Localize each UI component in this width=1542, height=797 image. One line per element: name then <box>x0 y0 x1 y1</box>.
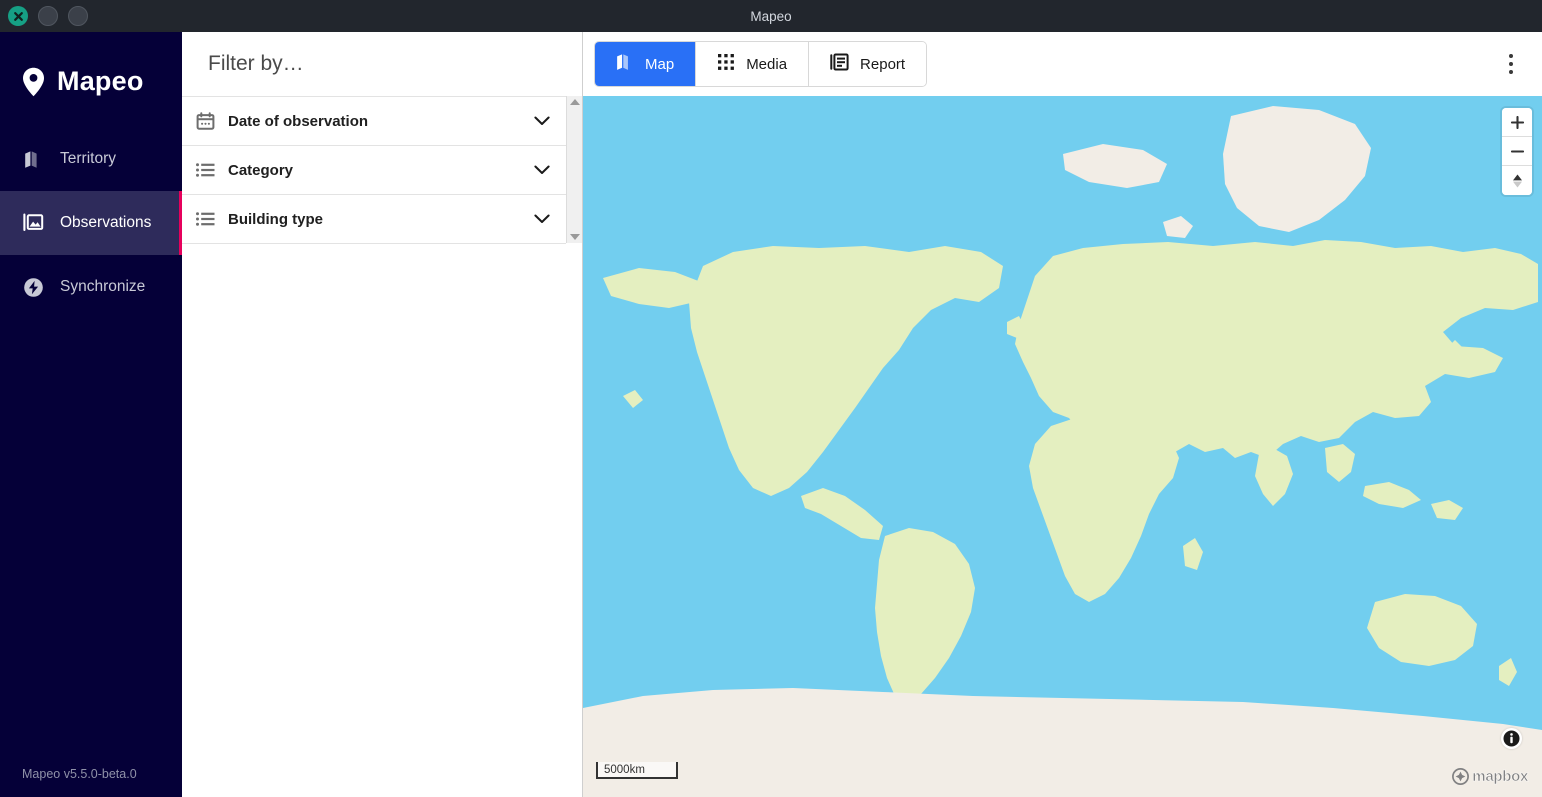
calendar-icon <box>182 111 228 131</box>
brand: Mapeo <box>0 32 182 127</box>
chevron-down-icon[interactable] <box>518 165 566 175</box>
world-map-graphic <box>583 96 1542 797</box>
scroll-up-arrow-icon[interactable] <box>569 99 580 105</box>
filter-row-date-of-observation[interactable]: Date of observation <box>182 97 566 146</box>
filter-row-label: Building type <box>228 210 323 228</box>
filter-row-category[interactable]: Category <box>182 146 566 195</box>
sync-bolt-icon <box>22 277 44 298</box>
filter-panel-title: Filter by… <box>208 52 304 75</box>
title-bar: Mapeo <box>0 0 1542 32</box>
kebab-dot <box>1509 62 1513 66</box>
view-tabs: Map Media Report <box>594 41 928 87</box>
grid-icon <box>717 53 735 75</box>
map-canvas[interactable]: 5000km mapbox <box>583 96 1542 797</box>
maximize-button[interactable] <box>68 6 88 26</box>
sidebar-item-label: Territory <box>60 150 116 167</box>
filter-row-label: Category <box>228 161 294 179</box>
sidebar-item-synchronize[interactable]: Synchronize <box>0 255 182 319</box>
top-bar: Map Media Report <box>583 32 1542 96</box>
close-icon <box>13 11 23 21</box>
sidebar-item-label: Synchronize <box>60 278 146 295</box>
plus-icon <box>1510 115 1524 129</box>
filter-row-building-type[interactable]: Building type <box>182 195 566 244</box>
filter-scroll-area: Date of observation Category Building ty… <box>182 96 582 797</box>
app-body: Mapeo Territory Observations Synchronize… <box>0 32 1542 797</box>
brand-name: Mapeo <box>57 66 144 96</box>
map-icon <box>616 53 634 75</box>
tab-label: Map <box>645 55 675 73</box>
minus-icon <box>1510 149 1524 153</box>
info-icon <box>1503 730 1520 747</box>
mapbox-wordmark: mapbox <box>1472 768 1529 786</box>
zoom-in-button[interactable] <box>1502 108 1532 137</box>
minimize-button[interactable] <box>38 6 58 26</box>
map-zoom-controls <box>1502 108 1532 195</box>
window-controls <box>0 6 88 26</box>
map-scale-bar: 5000km <box>596 762 678 779</box>
tab-label: Report <box>860 55 906 73</box>
compass-reset-button[interactable] <box>1502 166 1532 195</box>
filter-panel: Filter by… Date of observation Category … <box>182 32 583 797</box>
app-version-label: Mapeo v5.5.0-beta.0 <box>22 767 137 781</box>
tab-report[interactable]: Report <box>809 42 927 86</box>
tab-label: Media <box>746 55 788 73</box>
map-pin-icon <box>23 67 44 96</box>
chevron-down-icon[interactable] <box>518 116 566 126</box>
main-content: Map Media Report 5000km mapbox <box>583 32 1542 797</box>
mapbox-attribution-logo[interactable]: mapbox <box>1452 768 1529 786</box>
scroll-down-arrow-icon[interactable] <box>569 234 580 240</box>
sidebar-nav: Territory Observations Synchronize <box>0 127 182 319</box>
tab-media[interactable]: Media <box>696 42 810 86</box>
report-icon <box>830 53 849 75</box>
sidebar-item-territory[interactable]: Territory <box>0 127 182 191</box>
filter-row-label: Date of observation <box>228 112 369 130</box>
more-vertical-icon[interactable] <box>1494 47 1528 81</box>
map-icon <box>22 150 44 169</box>
zoom-out-button[interactable] <box>1502 137 1532 166</box>
kebab-dot <box>1509 70 1513 74</box>
window-title: Mapeo <box>750 8 792 24</box>
list-icon <box>182 163 228 177</box>
sidebar-item-label: Observations <box>60 214 152 231</box>
close-button[interactable] <box>8 6 28 26</box>
tab-map[interactable]: Map <box>595 42 697 86</box>
compass-north-icon <box>1512 174 1522 187</box>
sidebar-item-observations[interactable]: Observations <box>0 191 182 255</box>
chevron-down-icon[interactable] <box>518 214 566 224</box>
mapbox-mark-icon <box>1452 768 1470 785</box>
photo-library-icon <box>22 213 44 233</box>
sidebar: Mapeo Territory Observations Synchronize… <box>0 32 182 797</box>
filter-scrollbar[interactable] <box>566 96 582 243</box>
map-info-button[interactable] <box>1501 728 1522 749</box>
kebab-dot <box>1509 54 1513 58</box>
filter-list: Date of observation Category Building ty… <box>182 96 566 244</box>
list-icon <box>182 212 228 226</box>
app-window: Mapeo Mapeo Territory Observations Synch… <box>0 0 1542 797</box>
